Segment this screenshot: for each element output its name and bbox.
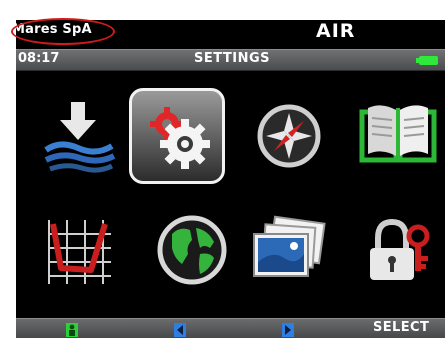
menu-item-compass[interactable] [241, 88, 337, 184]
logbook-icon [359, 105, 437, 163]
softkey-bar: SELECT [16, 318, 445, 338]
menu-item-logbook[interactable] [350, 88, 445, 184]
photo-gallery-icon [253, 215, 326, 277]
menu-item-settings[interactable] [129, 88, 225, 184]
arrow-right-icon[interactable] [282, 322, 294, 337]
menu-item-security[interactable] [350, 202, 445, 298]
menu-item-globe[interactable] [144, 202, 240, 298]
select-button[interactable]: SELECT [373, 320, 429, 335]
annotation-circle [11, 18, 115, 45]
dive-profile-icon [48, 220, 111, 284]
menu-grid [16, 80, 445, 300]
arrow-left-icon[interactable] [174, 322, 186, 337]
section-title: SETTINGS [193, 51, 271, 66]
globe-icon [157, 215, 227, 285]
settings-gears-icon [150, 107, 210, 169]
diver-icon[interactable] [66, 322, 78, 337]
menu-item-profile[interactable] [31, 202, 127, 298]
menu-item-gallery[interactable] [241, 202, 337, 298]
lock-key-icon [370, 218, 430, 280]
status-bar: 08:17 SETTINGS [16, 49, 445, 71]
menu-item-dive[interactable] [31, 88, 127, 184]
app-title: AIR [316, 20, 356, 42]
device-screen: Mares SpA AIR 08:17 SETTINGS SELECT [16, 20, 445, 338]
battery-full-icon [416, 56, 438, 65]
dive-descent-icon [44, 102, 116, 173]
compass-icon [257, 104, 321, 168]
